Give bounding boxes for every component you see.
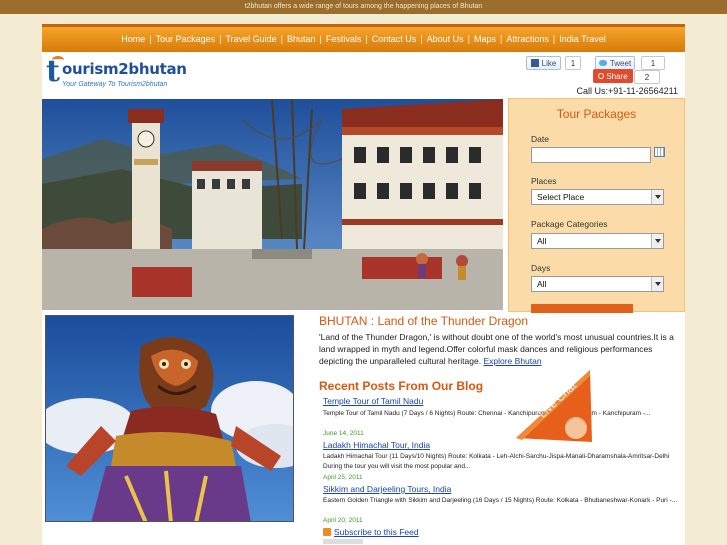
share-label: Share [606, 71, 628, 81]
share-button[interactable]: Share [593, 69, 633, 83]
chevron-down-icon [651, 190, 663, 204]
nav-about-us[interactable]: About Us [427, 34, 464, 44]
explore-bhutan-link[interactable]: Explore Bhutan [483, 356, 541, 366]
tour-packages-title: Tour Packages [556, 107, 637, 121]
live-chat-widget[interactable]: Live Chat [516, 370, 592, 442]
nav-maps[interactable]: Maps [474, 34, 496, 44]
places-selected-value: Select Place [537, 192, 585, 202]
nav-travel-guide[interactable]: Travel Guide [225, 34, 276, 44]
date-input[interactable] [531, 147, 651, 163]
date-label: Date [531, 134, 549, 144]
blog-post-date: April 25, 2011 [323, 474, 363, 481]
blog-heading: Recent Posts From Our Blog [319, 379, 484, 393]
blog-post-title-link[interactable]: Temple Tour of Tamil Nadu [323, 396, 423, 406]
places-label: Places [531, 176, 557, 186]
tweet-button[interactable]: Tweet [595, 56, 635, 70]
nav-separator: | [500, 34, 503, 44]
top-tagline-bar: t2bhutan offers a wide range of tours am… [0, 0, 727, 14]
logo-letter: t [46, 54, 60, 89]
nav-bhutan[interactable]: Bhutan [287, 34, 316, 44]
site-logo[interactable]: t ourism2bhutan Your Gateway To Tourism2… [46, 54, 187, 94]
package-categories-select[interactable]: All [531, 233, 664, 249]
package-categories-label: Package Categories [531, 219, 608, 229]
nav-home[interactable]: Home [121, 34, 145, 44]
powered-by-badge [323, 539, 363, 544]
subscribe-feed-link[interactable]: Subscribe to this Feed [323, 527, 419, 537]
days-select[interactable]: All [531, 276, 664, 292]
nav-india-travel[interactable]: India Travel [559, 34, 606, 44]
main-navigation: Home | Tour Packages | Travel Guide | Bhutan | F… [42, 24, 685, 52]
blog-post-title-link[interactable]: Sikkim and Darjeeling Tours, India [323, 484, 451, 494]
logo-tagline: Your Gateway To Tourism2bhutan [62, 81, 168, 88]
categories-selected-value: All [537, 236, 547, 246]
blog-post-date: April 20, 2011 [323, 517, 363, 524]
subscribe-label: Subscribe to this Feed [334, 527, 419, 537]
nav-separator: | [552, 34, 556, 44]
nav-separator: | [467, 34, 470, 44]
blog-post-excerpt: Ladakh Himachal Tour (11 Days/10 Nights)… [323, 453, 670, 470]
twitter-icon [598, 60, 607, 66]
days-selected-value: All [537, 279, 547, 289]
blog-post-date: June 14, 2011 [323, 430, 364, 437]
nav-separator: | [319, 34, 322, 44]
like-count: 1 [565, 56, 581, 70]
nav-attractions[interactable]: Attractions [506, 34, 549, 44]
days-label: Days [531, 263, 551, 273]
facebook-like-button[interactable]: Like [526, 56, 561, 70]
facebook-icon [530, 59, 539, 67]
blog-post-excerpt: Temple Tour of Tamil Nadu (7 Days / 6 Ni… [323, 410, 651, 417]
places-select[interactable]: Select Place [531, 189, 664, 205]
nav-festivals[interactable]: Festivals [326, 34, 362, 44]
like-label: Like [541, 58, 557, 68]
chevron-down-icon [651, 234, 663, 248]
nav-separator: | [365, 34, 368, 44]
tweet-label: Tweet [609, 58, 632, 68]
call-us-phone: Call Us:+91-11-26564211 [576, 86, 678, 96]
chevron-down-icon [651, 277, 663, 291]
nav-separator: | [420, 34, 423, 44]
nav-separator: | [149, 34, 152, 44]
nav-contact-us[interactable]: Contact Us [372, 34, 417, 44]
hero-photo-thimphu-clocktower [42, 99, 503, 310]
tweet-count: 1 [641, 56, 665, 70]
blog-post-title-link[interactable]: Ladakh Himachal Tour, India [323, 440, 430, 450]
calendar-icon[interactable] [654, 147, 665, 157]
nav-tour-packages[interactable]: Tour Packages [156, 34, 216, 44]
share-count: 2 [634, 70, 660, 84]
rss-icon [323, 528, 331, 536]
intro-paragraph: 'Land of the Thunder Dragon,' is without… [319, 331, 684, 367]
nav-separator: | [219, 34, 222, 44]
share-icon [598, 73, 605, 79]
blog-post-excerpt: Eastern Golden Triangle with Sikkim and … [323, 497, 678, 504]
intro-heading: BHUTAN : Land of the Thunder Dragon [319, 314, 529, 328]
mask-dancer-photo [45, 315, 294, 522]
logo-wordmark: ourism2bhutan [62, 60, 187, 78]
tour-packages-search-box: Tour Packages Date Places Select Place P… [508, 98, 685, 313]
nav-separator: | [280, 34, 284, 44]
search-submit-button[interactable] [531, 304, 633, 313]
